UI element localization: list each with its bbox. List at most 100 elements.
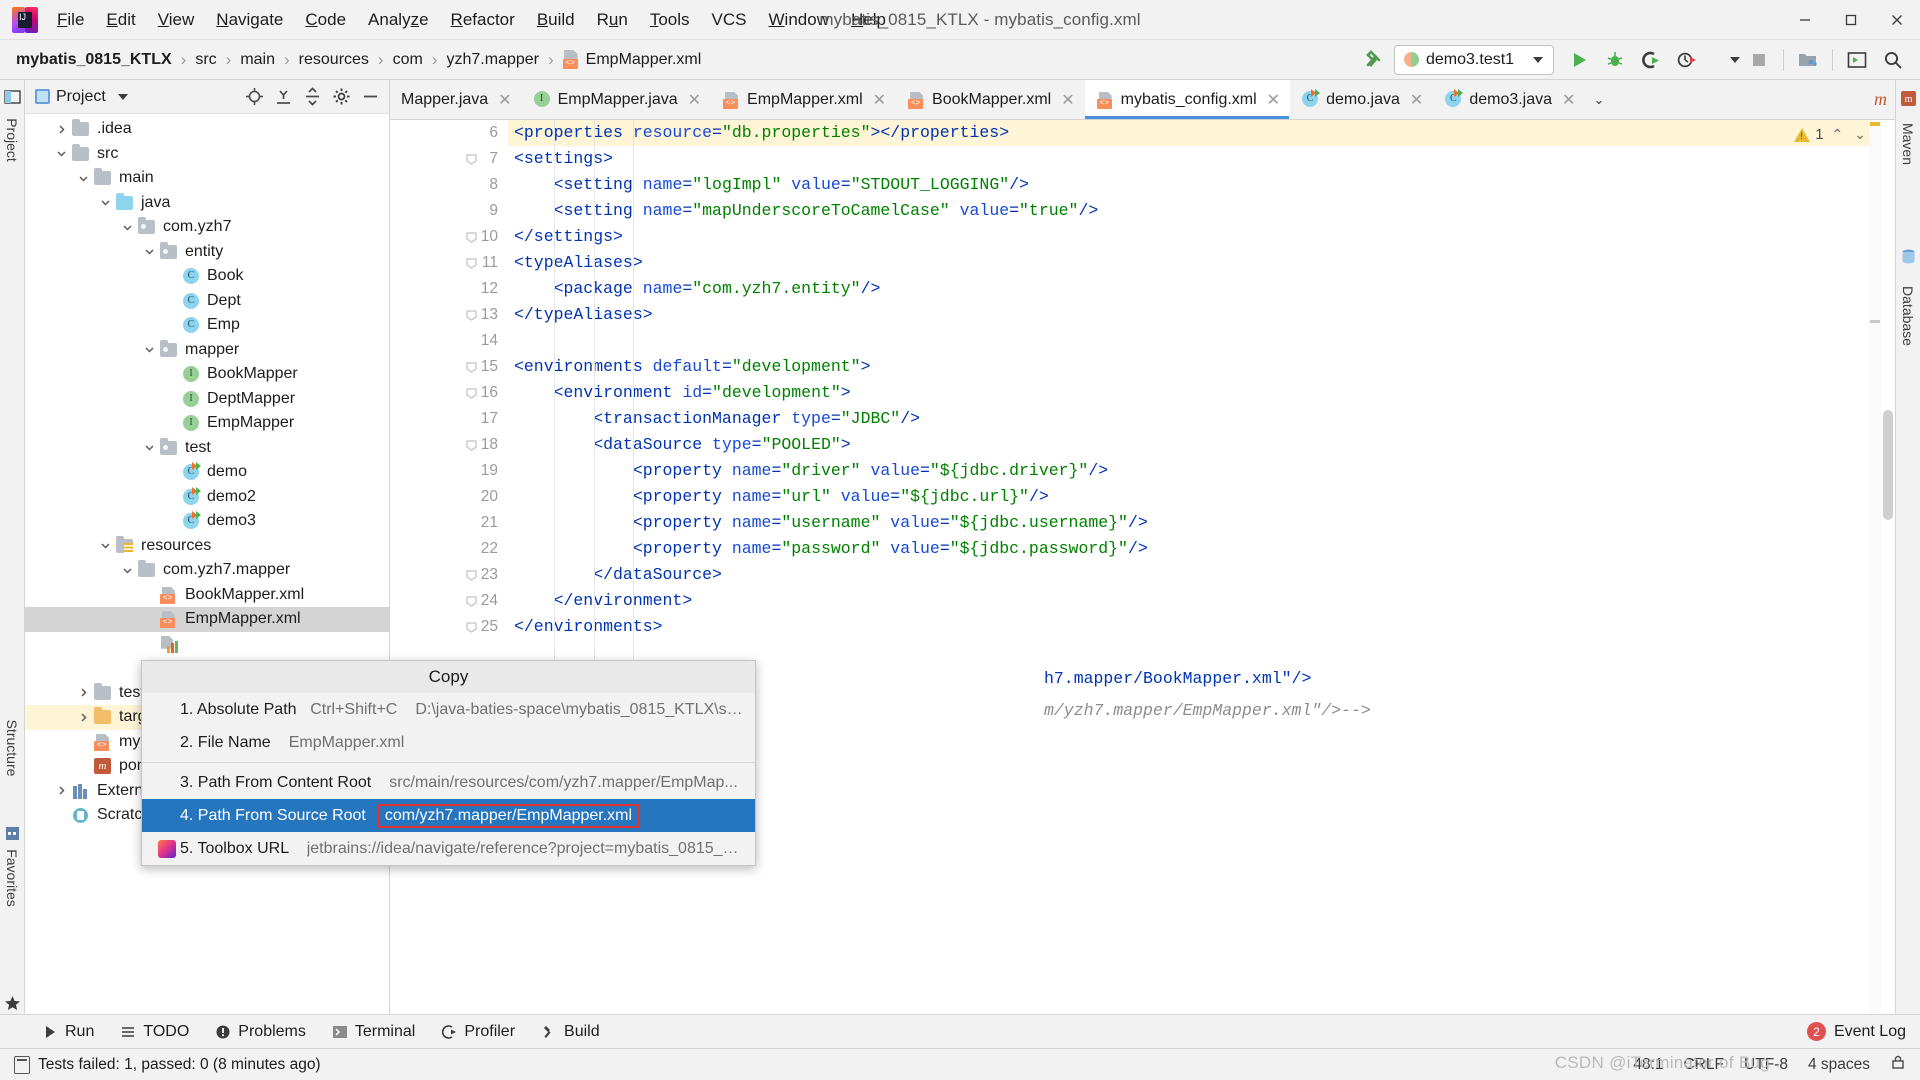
breadcrumb-item-2[interactable]: main <box>238 49 277 71</box>
terminal-button[interactable] <box>1840 45 1874 75</box>
tab-overflow-chevron-down-icon[interactable]: ⌄ <box>1585 80 1612 119</box>
menu-analyze[interactable]: Analyze <box>357 6 440 34</box>
breadcrumb-item-5[interactable]: yzh7.mapper <box>445 49 542 71</box>
fold-marker[interactable] <box>465 439 478 452</box>
fold-marker[interactable] <box>465 231 478 244</box>
copy-context-menu[interactable]: Copy 1. Absolute Path Ctrl+Shift+C D:\java… <box>141 660 756 866</box>
menu-run[interactable]: Run <box>586 6 639 34</box>
tool-window-problems[interactable]: Problems <box>203 1020 318 1044</box>
editor-tab-empmapper-java[interactable]: I EmpMapper.java ✕ <box>522 80 711 119</box>
editor-code[interactable]: <properties resource="db.properties"></p… <box>508 120 1895 1014</box>
line-number-22[interactable]: 22 <box>390 536 508 562</box>
chevron-down-icon[interactable] <box>139 246 159 257</box>
tree-node-com-yzh7-mapper[interactable]: com.yzh7.mapper <box>25 558 389 583</box>
tree-node[interactable] <box>25 632 389 657</box>
maven-tab-icon[interactable]: m <box>1874 89 1887 110</box>
chevron-down-icon[interactable] <box>117 222 137 233</box>
project-tree[interactable]: .idea src main java com.yzh7 entity C Book C Dept… <box>25 114 389 1014</box>
tree-node-java[interactable]: java <box>25 191 389 216</box>
database-rail-icon[interactable] <box>1900 248 1917 265</box>
hide-icon[interactable] <box>357 84 383 110</box>
favorites-rail-icon[interactable] <box>4 825 21 842</box>
editor-vertical-scrollbar[interactable] <box>1881 120 1895 1014</box>
code-line-23[interactable]: </dataSource> <box>508 562 1895 588</box>
file-encoding[interactable]: UTF-8 <box>1744 1056 1788 1074</box>
inspection-status[interactable]: 1 ⌃ ⌄ <box>1794 126 1869 143</box>
fold-marker[interactable] <box>465 621 478 634</box>
code-line-18[interactable]: <dataSource type="POOLED"> <box>508 432 1895 458</box>
tree-node-demo2[interactable]: Cdemo2 <box>25 485 389 510</box>
stop-button[interactable] <box>1742 45 1776 75</box>
chevron-right-icon[interactable] <box>51 785 71 796</box>
rail-label-favorites[interactable]: Favorites <box>4 849 20 907</box>
project-rail-icon[interactable] <box>4 88 21 105</box>
line-number-7[interactable]: 7 <box>390 146 508 172</box>
star-icon[interactable] <box>4 995 21 1012</box>
menu-vcs[interactable]: VCS <box>701 6 758 34</box>
code-line-11[interactable]: <typeAliases> <box>508 250 1895 276</box>
tree-node-resources[interactable]: resources <box>25 534 389 559</box>
editor-tab-bookmapper-xml[interactable]: <> BookMapper.xml ✕ <box>896 80 1085 119</box>
close-icon[interactable] <box>1874 0 1920 40</box>
search-everywhere-button[interactable] <box>1876 45 1910 75</box>
tree-node-bookmapper[interactable]: I BookMapper <box>25 362 389 387</box>
rail-label-maven[interactable]: Maven <box>1900 123 1916 165</box>
chevron-right-icon[interactable] <box>51 124 71 135</box>
chevron-down-icon[interactable] <box>139 442 159 453</box>
gear-icon[interactable] <box>328 84 354 110</box>
tree-node-mapper[interactable]: mapper <box>25 338 389 363</box>
caret-position[interactable]: 48:1 <box>1633 1056 1663 1074</box>
chevron-down-icon[interactable] <box>51 148 71 159</box>
run-with-coverage-button[interactable] <box>1634 45 1668 75</box>
line-number-20[interactable]: 20 <box>390 484 508 510</box>
context-menu-item-toolbox-url[interactable]: 5. Toolbox URL jetbrains://idea/navigate/… <box>142 832 755 865</box>
tree-node-deptmapper[interactable]: I DeptMapper <box>25 387 389 412</box>
fold-marker[interactable] <box>465 153 478 166</box>
tool-window-run[interactable]: Run <box>30 1020 106 1044</box>
editor-tab-mybatis-config-xml[interactable]: <> mybatis_config.xml ✕ <box>1084 80 1291 119</box>
code-line-25[interactable]: </environments> <box>508 614 1895 640</box>
chevron-down-icon-inspection[interactable]: ⌄ <box>1851 126 1869 143</box>
tool-window-todo[interactable]: TODO <box>108 1020 201 1044</box>
line-number-9[interactable]: 9 <box>390 198 508 224</box>
run-options-chevron-icon[interactable] <box>1706 45 1740 75</box>
code-line-21[interactable]: <property name="username" value="${jdbc.… <box>508 510 1895 536</box>
menu-code[interactable]: Code <box>294 6 357 34</box>
code-line-10[interactable]: </settings> <box>508 224 1895 250</box>
menu-build[interactable]: Build <box>526 6 586 34</box>
locate-icon[interactable] <box>241 84 267 110</box>
line-number-18[interactable]: 18 <box>390 432 508 458</box>
tree-node-dept[interactable]: C Dept <box>25 289 389 314</box>
breadcrumb-item-1[interactable]: src <box>193 49 218 71</box>
tool-window-terminal[interactable]: Terminal <box>320 1020 427 1044</box>
code-line-14[interactable] <box>508 328 1895 354</box>
tree-node-demo3[interactable]: Cdemo3 <box>25 509 389 534</box>
tree-node-test[interactable]: test <box>25 436 389 461</box>
tree-node-main[interactable]: main <box>25 166 389 191</box>
chevron-up-icon[interactable]: ⌃ <box>1829 126 1847 143</box>
warning-marker[interactable] <box>1870 122 1880 126</box>
rail-label-structure[interactable]: Structure <box>4 720 20 777</box>
line-number-25[interactable]: 25 <box>390 614 508 640</box>
code-line-16[interactable]: <environment id="development"> <box>508 380 1895 406</box>
editor-tab-demo3-java[interactable]: Cdemo3.java ✕ <box>1433 80 1585 119</box>
chevron-down-icon[interactable] <box>139 344 159 355</box>
project-structure-button[interactable] <box>1791 45 1825 75</box>
menu-refactor[interactable]: Refactor <box>440 6 526 34</box>
tree-node-entity[interactable]: entity <box>25 240 389 265</box>
context-menu-item-path-from-source-root[interactable]: 4. Path From Source Root com/yzh7.mapper/… <box>142 799 755 832</box>
menu-edit[interactable]: Edit <box>95 6 146 34</box>
rail-label-database[interactable]: Database <box>1900 286 1916 346</box>
line-number-12[interactable]: 12 <box>390 276 508 302</box>
maximize-icon[interactable] <box>1828 0 1874 40</box>
chevron-down-icon[interactable] <box>95 540 115 551</box>
maven-rail-icon[interactable]: m <box>1900 90 1917 107</box>
code-line-20[interactable]: <property name="url" value="${jdbc.url}"… <box>508 484 1895 510</box>
line-separator[interactable]: CRLF <box>1684 1056 1724 1074</box>
close-tab-icon[interactable]: ✕ <box>688 90 701 110</box>
fold-marker[interactable] <box>465 569 478 582</box>
code-line-9[interactable]: <setting name="mapUnderscoreToCamelCase"… <box>508 198 1895 224</box>
line-number-23[interactable]: 23 <box>390 562 508 588</box>
change-marker[interactable] <box>1870 320 1880 323</box>
chevron-down-icon[interactable] <box>73 173 93 184</box>
